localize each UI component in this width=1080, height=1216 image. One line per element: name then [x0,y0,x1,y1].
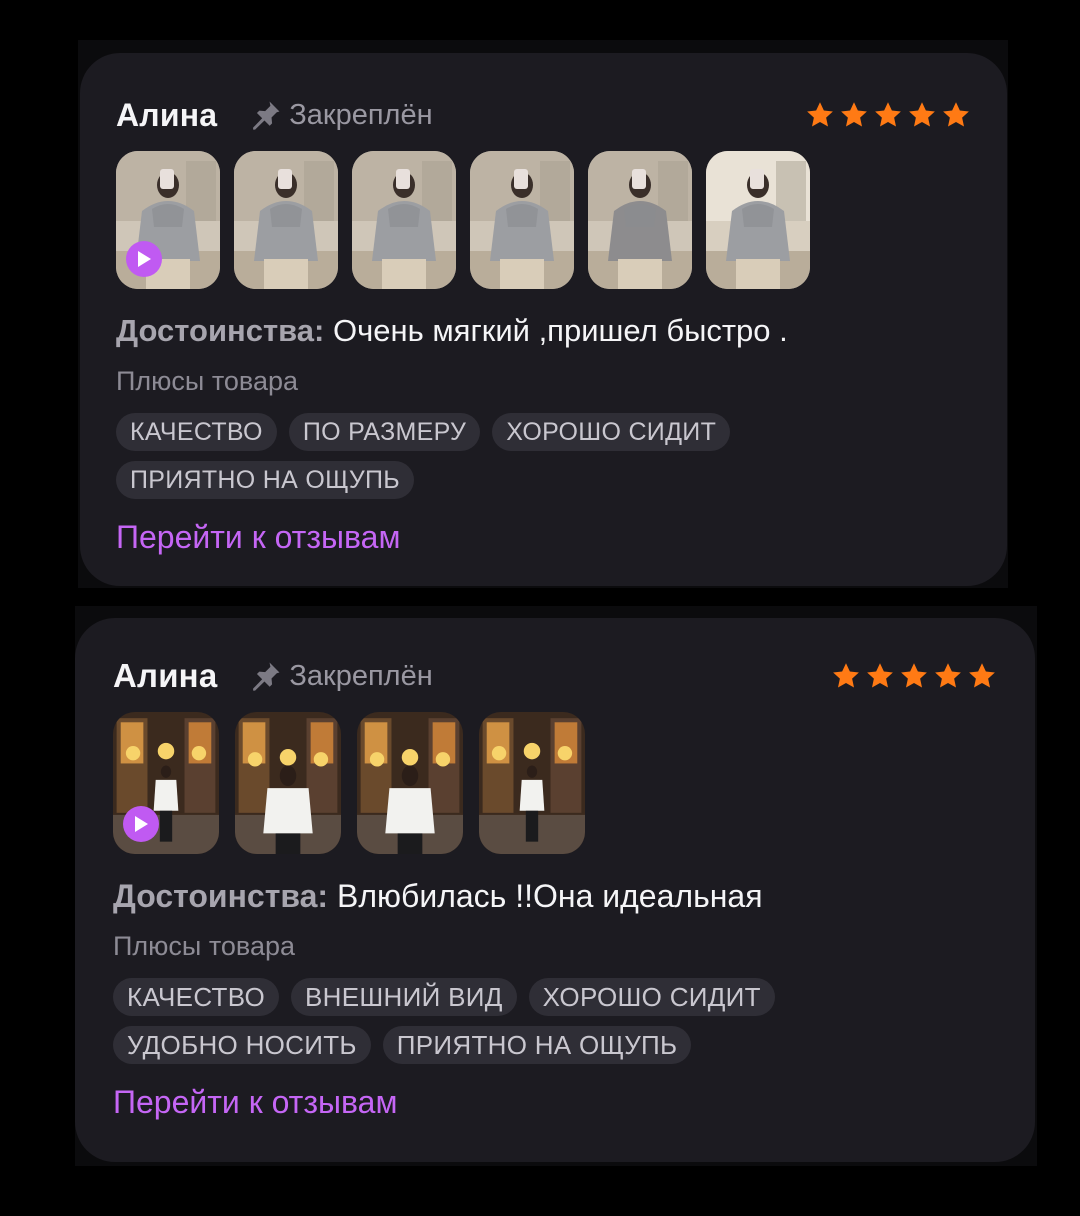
pros-text: Влюбилась !!Она идеальная [328,878,763,914]
photo-thumbnail[interactable] [357,712,463,854]
pros-tag: ХОРОШО СИДИТ [492,413,731,451]
review-pros: Достоинства: Очень мягкий ,пришел быстро… [116,311,971,351]
thumbnail-image [352,151,456,289]
star-icon [841,102,867,127]
video-thumbnail[interactable] [116,151,220,289]
pros-tag: КАЧЕСТВО [113,978,280,1016]
photo-thumbnail[interactable] [588,151,692,289]
pinned-label: Закреплён [289,98,433,131]
star-icon [969,663,995,688]
star-icon [901,663,927,688]
thumbnail-image [235,712,341,854]
photo-thumbnail[interactable] [706,151,810,289]
photo-thumbnail[interactable] [234,151,338,289]
tag-list: КАЧЕСТВО ПО РАЗМЕРУ ХОРОШО СИДИТ ПРИЯТНО НА… [116,413,971,499]
media-gallery [116,151,971,289]
pros-text: Очень мягкий ,пришел быстро . [324,313,788,348]
star-icon [867,663,893,688]
pros-tag: ХОРОШО СИДИТ [528,978,775,1016]
star-icon [943,102,969,127]
star-icon [935,663,961,688]
photo-thumbnail[interactable] [470,151,574,289]
go-to-reviews-link[interactable]: Перейти к отзывам [113,1084,397,1121]
pros-tag: КАЧЕСТВО [116,413,277,451]
pros-subtitle: Плюсы товара [116,366,298,396]
star-icon [909,102,935,127]
author-name: Алина [113,657,218,694]
go-to-reviews-link[interactable]: Перейти к отзывам [116,519,400,556]
thumbnail-image [588,151,692,289]
star-icon [833,663,859,688]
photo-thumbnail[interactable] [479,712,585,854]
play-icon [126,241,162,277]
review-pros: Достоинства: Влюбилась !!Она идеальная [113,876,997,916]
pros-tag: ПРИЯТНО НА ОЩУПЬ [116,461,414,499]
pros-tag: ПРИЯТНО НА ОЩУПЬ [382,1026,692,1064]
pros-label: Достоинства: [116,313,325,348]
pushpin-icon [253,101,280,130]
pushpin-icon [253,662,280,691]
pros-subtitle: Плюсы товара [113,931,295,961]
media-gallery [113,712,997,854]
pros-label: Достоинства: [113,878,329,914]
video-thumbnail[interactable] [113,712,219,854]
pros-tag: ПО РАЗМЕРУ [288,413,481,451]
pros-tag: ВНЕШНИЙ ВИД [291,978,517,1016]
review-card: Алина Закреплён [75,618,1035,1162]
pinned-label: Закреплён [289,659,433,692]
rating-stars [831,654,997,698]
star-icon [807,102,833,127]
thumbnail-image [234,151,338,289]
tag-list: КАЧЕСТВО ВНЕШНИЙ ВИД ХОРОШО СИДИТ УДОБНО НО… [113,978,997,1064]
thumbnail-image [470,151,574,289]
pinned-badge: Закреплён [249,98,433,132]
photo-thumbnail[interactable] [235,712,341,854]
thumbnail-image [357,712,463,854]
thumbnail-image [479,712,585,854]
review-card: Алина Закреплён [80,53,1007,586]
photo-thumbnail[interactable] [352,151,456,289]
play-icon [123,806,159,842]
pros-tag: УДОБНО НОСИТЬ [113,1026,371,1064]
review-header: Алина Закреплён [113,654,997,698]
review-header: Алина Закреплён [116,93,971,137]
star-icon [875,102,901,127]
rating-stars [805,93,971,137]
author-name: Алина [116,96,218,133]
thumbnail-image [706,151,810,289]
pinned-badge: Закреплён [249,659,433,693]
